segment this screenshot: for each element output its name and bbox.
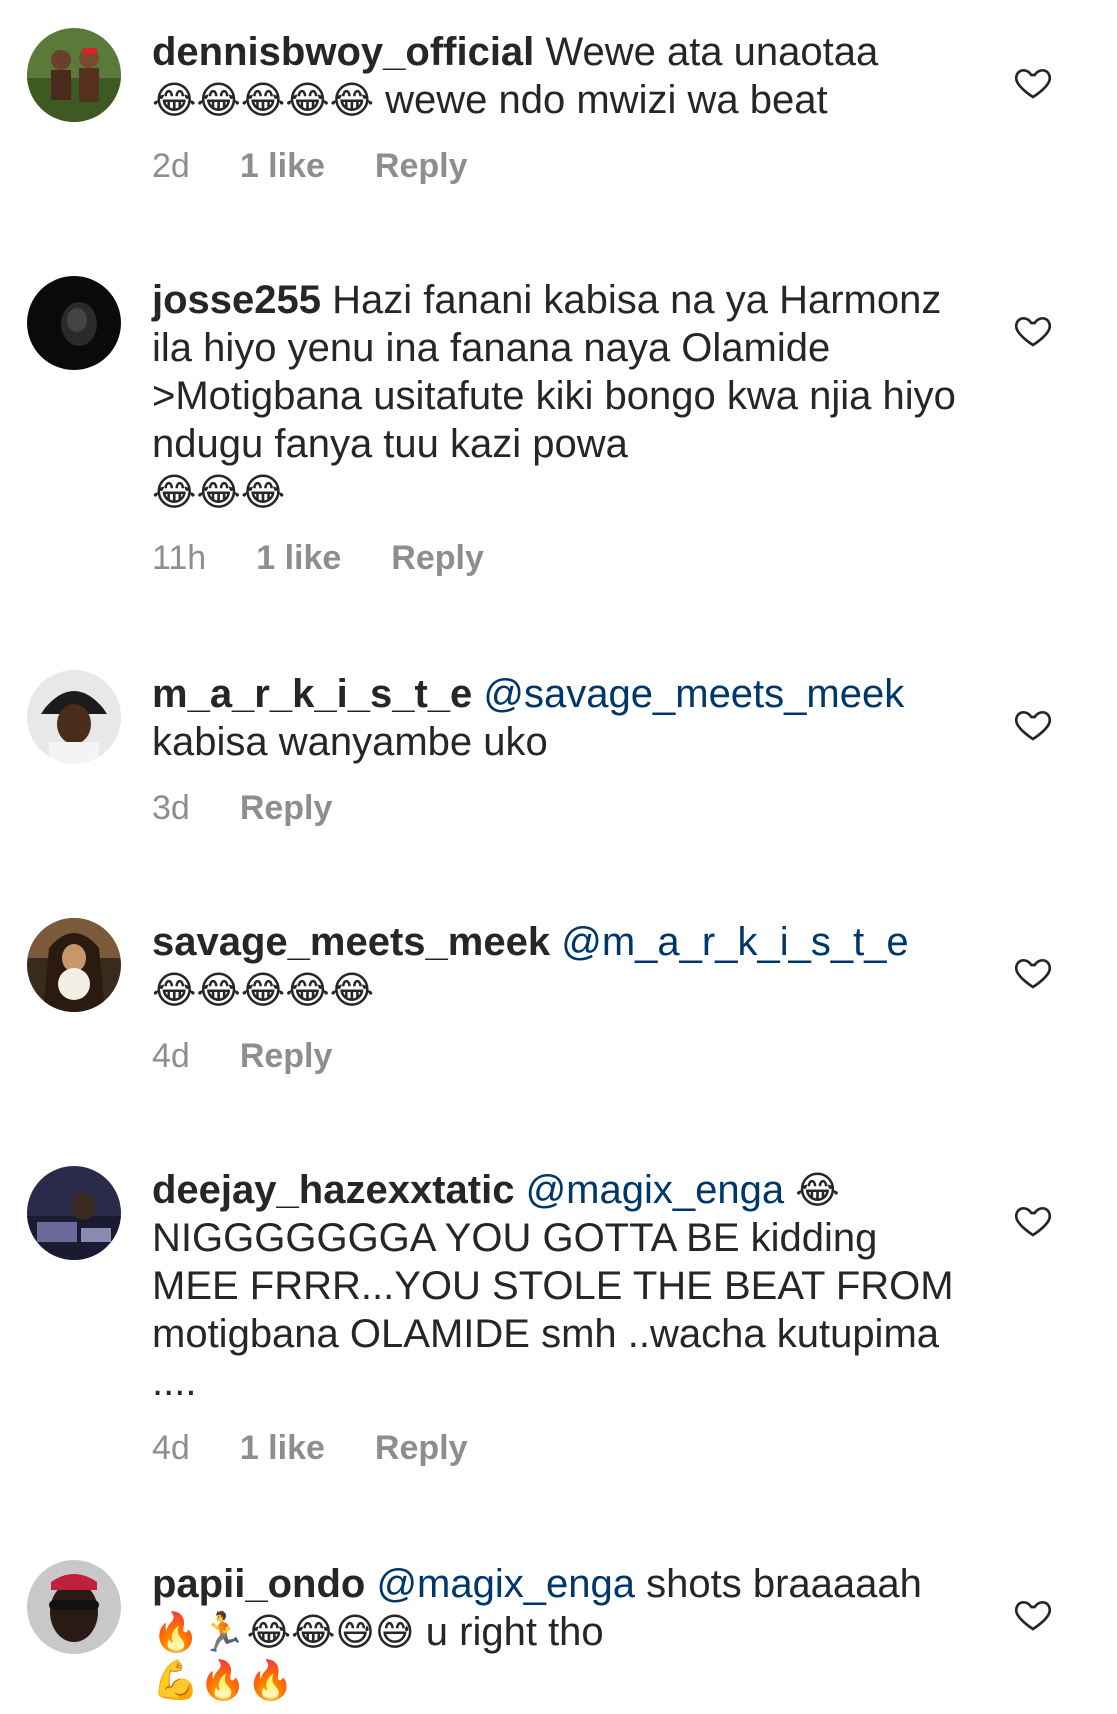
comment-username[interactable]: josse255 bbox=[152, 278, 321, 322]
comment-message: Wewe ata unaotaa bbox=[545, 30, 879, 74]
avatar[interactable] bbox=[27, 276, 121, 370]
comment-emojis-end: 💪🔥🔥 bbox=[152, 1658, 294, 1702]
comment-time: 4d bbox=[152, 1429, 190, 1467]
comment-emojis: 😂😂😂😂😂 bbox=[152, 78, 375, 122]
comment-text: papii_ondo @magix_enga shots braaaaah 🔥🏃😂… bbox=[152, 1560, 962, 1704]
heart-outline-icon[interactable] bbox=[1013, 62, 1053, 102]
comment-text: m_a_r_k_i_s_t_e @savage_meets_meek kabis… bbox=[152, 670, 962, 766]
heart-outline-icon[interactable] bbox=[1013, 1200, 1053, 1240]
avatar[interactable] bbox=[27, 670, 121, 764]
avatar-image bbox=[27, 918, 121, 1012]
reply-button[interactable]: Reply bbox=[240, 1036, 333, 1076]
comment-mention[interactable]: @savage_meets_meek bbox=[483, 672, 904, 716]
comment-body: m_a_r_k_i_s_t_e @savage_meets_meek kabis… bbox=[152, 670, 962, 828]
comment-likes[interactable]: 1 like bbox=[240, 146, 325, 186]
reply-button[interactable]: Reply bbox=[375, 146, 468, 186]
comment-message-end: u right tho bbox=[414, 1610, 604, 1654]
comment-body: dennisbwoy_official Wewe ata unaotaa 😂😂😂… bbox=[152, 28, 962, 186]
comment-text: dennisbwoy_official Wewe ata unaotaa 😂😂😂… bbox=[152, 28, 962, 124]
comment-mention[interactable]: @magix_enga bbox=[526, 1168, 785, 1212]
comment-username[interactable]: m_a_r_k_i_s_t_e bbox=[152, 672, 472, 716]
comment-likes[interactable]: 1 like bbox=[256, 538, 341, 578]
comment-meta: 3d Reply bbox=[152, 788, 962, 828]
comment-username[interactable]: dennisbwoy_official bbox=[152, 30, 534, 74]
avatar-image bbox=[27, 1166, 121, 1260]
heart-outline-icon[interactable] bbox=[1013, 704, 1053, 744]
comment-body: savage_meets_meek @m_a_r_k_i_s_t_e 😂😂😂😂😂… bbox=[152, 918, 962, 1076]
comment-message: shots braaaaah bbox=[646, 1562, 922, 1606]
comment-username[interactable]: papii_ondo bbox=[152, 1562, 365, 1606]
comment-message: NIGGGGGGGA YOU GOTTA BE kidding MEE FRRR… bbox=[152, 1216, 954, 1404]
comment-meta: 2d 1 like Reply bbox=[152, 146, 962, 186]
comment-time: 3d bbox=[152, 789, 190, 827]
comment-emojis: 🔥🏃😂😂😅😅 bbox=[152, 1610, 415, 1654]
avatar-image bbox=[27, 1560, 121, 1654]
comment-username[interactable]: savage_meets_meek bbox=[152, 920, 550, 964]
comment-meta: 4d Reply bbox=[152, 1036, 962, 1076]
comment-mention[interactable]: @magix_enga bbox=[376, 1562, 635, 1606]
comment-meta: 4d 1 like Reply bbox=[152, 1428, 962, 1468]
heart-outline-icon[interactable] bbox=[1013, 310, 1053, 350]
comment-text: josse255 Hazi fanani kabisa na ya Harmon… bbox=[152, 276, 962, 516]
comment-username[interactable]: deejay_hazexxtatic bbox=[152, 1168, 514, 1212]
comment-text: savage_meets_meek @m_a_r_k_i_s_t_e 😂😂😂😂😂 bbox=[152, 918, 962, 1014]
avatar[interactable] bbox=[27, 918, 121, 1012]
comment-time: 2d bbox=[152, 147, 190, 185]
comment-emoji: 😂 bbox=[795, 1168, 840, 1212]
heart-outline-icon[interactable] bbox=[1013, 952, 1053, 992]
comment-emojis: 😂😂😂😂😂 bbox=[152, 968, 375, 1012]
reply-button[interactable]: Reply bbox=[391, 538, 484, 578]
comment-body: josse255 Hazi fanani kabisa na ya Harmon… bbox=[152, 276, 962, 578]
avatar[interactable] bbox=[27, 1560, 121, 1654]
comment-message: kabisa wanyambe uko bbox=[152, 720, 548, 764]
comment-message-end: wewe ndo mwizi wa beat bbox=[374, 78, 828, 122]
heart-outline-icon[interactable] bbox=[1013, 1594, 1053, 1634]
comment-mention[interactable]: @m_a_r_k_i_s_t_e bbox=[561, 920, 908, 964]
avatar-image bbox=[27, 28, 121, 122]
comment-emojis: 😂😂😂 bbox=[152, 470, 286, 514]
comment-time: 11h bbox=[152, 539, 207, 577]
comment-time: 4d bbox=[152, 1037, 190, 1075]
comment-body: papii_ondo @magix_enga shots braaaaah 🔥🏃😂… bbox=[152, 1560, 962, 1704]
avatar-image bbox=[27, 276, 121, 370]
comment-text: deejay_hazexxtatic @magix_enga 😂 NIGGGGG… bbox=[152, 1166, 962, 1406]
reply-button[interactable]: Reply bbox=[240, 788, 333, 828]
avatar-image bbox=[27, 670, 121, 764]
reply-button[interactable]: Reply bbox=[375, 1428, 468, 1468]
comment-body: deejay_hazexxtatic @magix_enga 😂 NIGGGGG… bbox=[152, 1166, 962, 1468]
avatar[interactable] bbox=[27, 28, 121, 122]
comment-meta: 11h 1 like Reply bbox=[152, 538, 962, 578]
avatar[interactable] bbox=[27, 1166, 121, 1260]
comment-likes[interactable]: 1 like bbox=[240, 1428, 325, 1468]
